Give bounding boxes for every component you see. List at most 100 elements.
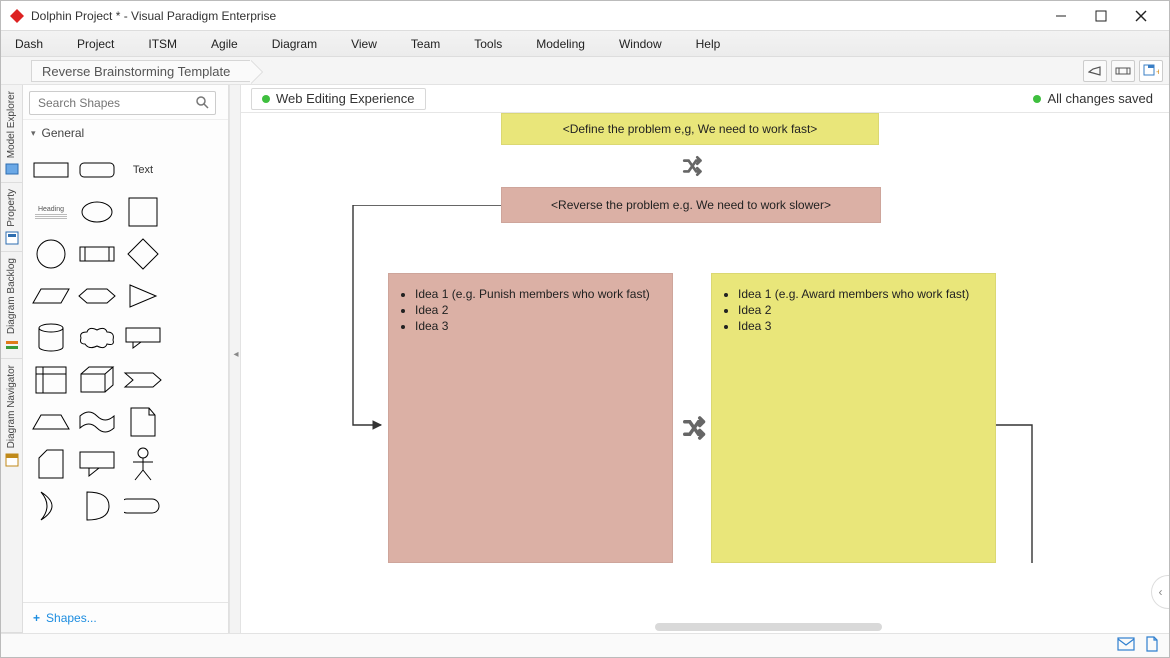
define-problem-text: <Define the problem e,g, We need to work… (563, 122, 818, 136)
collapse-triangle-icon: ▾ (31, 128, 36, 139)
canvas[interactable]: <Define the problem e,g, We need to work… (241, 113, 1169, 633)
shape-hexagon[interactable] (75, 276, 119, 316)
shape-data-store[interactable] (121, 486, 165, 526)
shape-circle[interactable] (29, 234, 73, 274)
shape-or[interactable] (29, 486, 73, 526)
menu-item[interactable]: Dash (9, 34, 49, 54)
shape-diamond[interactable] (121, 234, 165, 274)
close-button[interactable] (1121, 2, 1161, 30)
layout-icon[interactable] (1111, 60, 1135, 82)
shape-triangle[interactable] (121, 276, 165, 316)
shape-rectangle[interactable] (29, 150, 73, 190)
menu-item[interactable]: Project (71, 34, 120, 54)
shape-process[interactable] (75, 234, 119, 274)
property-icon (5, 231, 19, 245)
side-tab-property[interactable]: Property (1, 183, 22, 252)
shape-cylinder[interactable] (29, 318, 73, 358)
search-shapes-input[interactable] (36, 95, 195, 111)
shuffle-icon (681, 153, 707, 182)
shape-callout-rect[interactable] (121, 318, 165, 358)
breadcrumb-label: Reverse Brainstorming Template (42, 64, 230, 79)
idea-item: Idea 3 (738, 318, 983, 334)
scrollbar-thumb[interactable] (655, 623, 882, 631)
status-footer (1, 633, 1169, 657)
define-problem-note[interactable]: <Define the problem e,g, We need to work… (501, 113, 879, 145)
application-window: Dolphin Project * - Visual Paradigm Ente… (0, 0, 1170, 658)
shape-square[interactable] (121, 192, 165, 232)
menu-item[interactable]: ITSM (142, 34, 183, 54)
shape-cube[interactable] (75, 360, 119, 400)
menu-item[interactable]: Team (405, 34, 446, 54)
maximize-button[interactable] (1081, 2, 1121, 30)
shape-and[interactable] (75, 486, 119, 526)
mail-icon[interactable] (1117, 637, 1135, 654)
side-tab-model-explorer[interactable]: Model Explorer (1, 85, 22, 183)
shape-parallelogram[interactable] (29, 276, 73, 316)
reverse-problem-note[interactable]: <Reverse the problem e.g. We need to wor… (501, 187, 881, 223)
menu-item[interactable]: Modeling (530, 34, 591, 54)
shape-text[interactable]: Text (121, 150, 165, 190)
shapes-panel: ⋮ ▾ General Text Heading (23, 85, 229, 633)
shape-actor[interactable] (121, 444, 165, 484)
breadcrumb[interactable]: Reverse Brainstorming Template (31, 60, 250, 82)
shuffle-icon (681, 413, 711, 446)
shape-cloud[interactable] (75, 318, 119, 358)
minimize-button[interactable] (1041, 2, 1081, 30)
menu-item[interactable]: View (345, 34, 383, 54)
right-ideas-note[interactable]: Idea 1 (e.g. Award members who work fast… (711, 273, 996, 563)
shape-heading[interactable]: Heading (29, 192, 73, 232)
shapes-more-button[interactable]: + Shapes... (23, 602, 228, 633)
search-icon (195, 95, 209, 112)
save-status: All changes saved (1033, 91, 1159, 106)
shapes-category-label: General (42, 126, 85, 140)
backlog-icon (5, 338, 19, 352)
window-title: Dolphin Project * - Visual Paradigm Ente… (31, 9, 276, 23)
reverse-problem-text: <Reverse the problem e.g. We need to wor… (551, 198, 831, 212)
shape-trapezoid[interactable] (29, 402, 73, 442)
panel-add-icon[interactable]: + (1139, 60, 1163, 82)
document-icon[interactable] (1145, 636, 1159, 655)
menu-item[interactable]: Diagram (266, 34, 323, 54)
idea-item: Idea 1 (e.g. Punish members who work fas… (415, 286, 660, 302)
shape-callout[interactable] (75, 444, 119, 484)
collapse-panel-button[interactable]: ‹ (1151, 575, 1169, 609)
shape-note[interactable] (121, 402, 165, 442)
breadcrumb-bar: Reverse Brainstorming Template + (1, 57, 1169, 85)
app-logo-icon (9, 8, 25, 24)
diagram-status-bar: Web Editing Experience All changes saved (241, 85, 1169, 113)
idea-item: Idea 2 (738, 302, 983, 318)
side-tabs: Model Explorer Property Diagram Backlog … (1, 85, 23, 633)
status-dot-icon (1033, 95, 1041, 103)
shape-internal-storage[interactable] (29, 360, 73, 400)
main-area: Web Editing Experience All changes saved… (241, 85, 1169, 633)
plus-icon: + (33, 611, 40, 625)
splitter[interactable]: ◂ (229, 85, 241, 633)
left-ideas-list: Idea 1 (e.g. Punish members who work fas… (415, 286, 660, 335)
menu-item[interactable]: Agile (205, 34, 244, 54)
idea-item: Idea 1 (e.g. Award members who work fast… (738, 286, 983, 302)
shape-ellipse[interactable] (75, 192, 119, 232)
shape-tape[interactable] (75, 402, 119, 442)
menu-item[interactable]: Help (690, 34, 727, 54)
shape-rounded-rect[interactable] (75, 150, 119, 190)
right-ideas-list: Idea 1 (e.g. Award members who work fast… (738, 286, 983, 335)
side-tab-diagram-backlog[interactable]: Diagram Backlog (1, 252, 22, 359)
menu-item[interactable]: Tools (468, 34, 508, 54)
idea-item: Idea 2 (415, 302, 660, 318)
left-ideas-note[interactable]: Idea 1 (e.g. Punish members who work fas… (388, 273, 673, 563)
diagram-title-label: Web Editing Experience (276, 91, 415, 106)
side-tab-diagram-navigator[interactable]: Diagram Navigator (1, 359, 22, 633)
diagram-title-pill[interactable]: Web Editing Experience (251, 88, 426, 110)
svg-text:+: + (1156, 67, 1159, 77)
status-dot-icon (262, 95, 270, 103)
search-shapes-box[interactable] (29, 91, 216, 115)
navigator-icon (5, 453, 19, 467)
shape-card[interactable] (29, 444, 73, 484)
model-explorer-icon (5, 162, 19, 176)
horizontal-scrollbar[interactable] (541, 623, 1109, 631)
shapes-category-header[interactable]: ▾ General (23, 119, 228, 146)
announce-icon[interactable] (1083, 60, 1107, 82)
menu-item[interactable]: Window (613, 34, 668, 54)
shape-step[interactable] (121, 360, 165, 400)
shapes-footer-label: Shapes... (46, 611, 97, 625)
